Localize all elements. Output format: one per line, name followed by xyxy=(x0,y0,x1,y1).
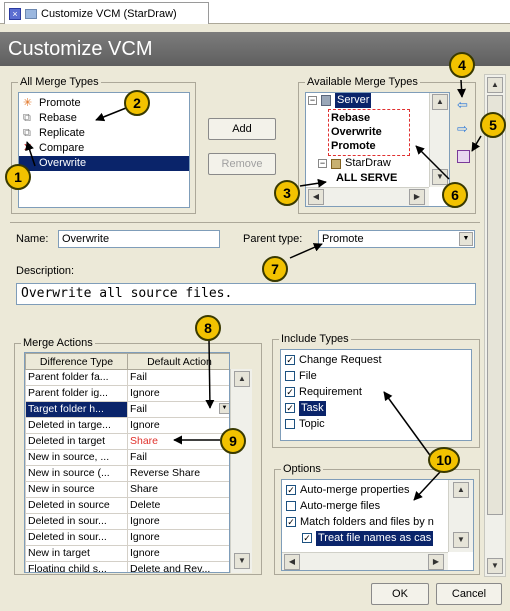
arrow-10a xyxy=(383,391,433,459)
callout-3: 3 xyxy=(274,180,300,206)
callout-8: 8 xyxy=(195,315,221,341)
arrow-5 xyxy=(471,135,482,152)
arrow-4 xyxy=(457,79,467,98)
arrow-6 xyxy=(415,145,450,180)
arrow-1 xyxy=(25,141,36,167)
arrow-10b xyxy=(413,471,441,501)
callout-7: 7 xyxy=(262,256,288,282)
callout-6: 6 xyxy=(442,182,468,208)
customize-vcm-window: × Customize VCM (StarDraw) Customize VCM… xyxy=(0,0,510,611)
callout-2: 2 xyxy=(124,90,150,116)
annotation-arrows xyxy=(25,79,482,501)
callout-1: 1 xyxy=(5,164,31,190)
callout-10: 10 xyxy=(428,447,460,473)
callout-5: 5 xyxy=(480,112,506,138)
callout-9: 9 xyxy=(220,428,246,454)
callout-4: 4 xyxy=(449,52,475,78)
arrow-3 xyxy=(299,178,327,188)
arrow-7 xyxy=(289,243,323,259)
arrow-8 xyxy=(205,339,215,409)
arrow-2 xyxy=(95,107,127,122)
